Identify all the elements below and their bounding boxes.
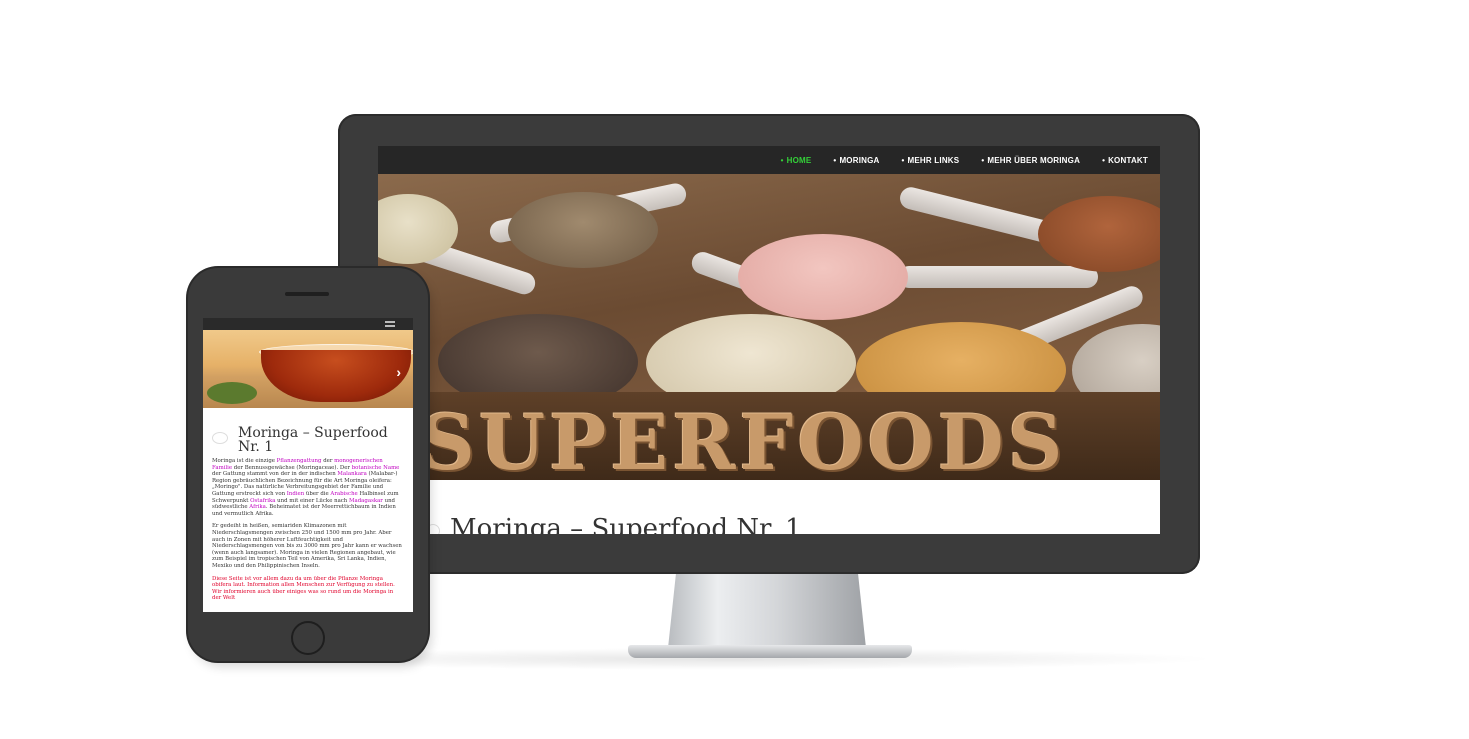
bowl-chia-mix [508,192,658,268]
article-text: über die [304,490,331,497]
nav-item-home[interactable]: • HOME [781,156,812,165]
article-text: Moringa ist die einzige [212,458,277,464]
slider-next-icon[interactable]: › [396,364,401,380]
article-link[interactable]: Malankara [337,471,366,477]
article-paragraph-2: Er gedeiht in heißen, semiariden Klimazo… [212,523,402,569]
phone-speaker [285,292,329,296]
article-link[interactable]: Pflanzengattung [277,458,322,464]
title-decoration [426,524,440,534]
top-navigation: • HOME • MORINGA • MEHR LINKS • MEHR ÜBER MO… [378,146,1160,174]
bowl-pink-powder [738,234,908,320]
scoop-handle [898,266,1098,288]
article-text: der Bennussgewächse (Moringaceae). Der [232,464,352,471]
article-link[interactable]: Arabische [330,491,357,497]
tea-leaves [207,382,257,404]
article-link[interactable]: botanische Name [352,465,400,471]
article-text: der Gattung stammt von der in der indisc… [212,471,338,478]
article-text: der [321,458,335,464]
hamburger-menu-icon[interactable] [385,321,395,327]
article-link[interactable]: Ostafrika [250,498,275,504]
mobile-page-title: Moringa – Superfood Nr. 1 [238,425,388,455]
mobile-screen: › Moringa – Superfood Nr. 1 Moringa ist … [203,318,413,612]
article-paragraph-3: Diese Seite ist vor allem dazu da um übe… [212,575,395,602]
mobile-hero-slider: › [203,330,413,408]
mobile-article: Moringa ist die einzige Pflanzengattung … [212,458,404,608]
monitor-stand [668,574,866,648]
monitor-stand-base [628,645,912,658]
hero-image-superfoods: SUPERFOODS [378,174,1160,480]
mobile-content: Moringa – Superfood Nr. 1 Moringa ist di… [203,408,413,612]
desktop-screen: • HOME • MORINGA • MEHR LINKS • MEHR ÜBER MO… [378,146,1160,534]
nav-menu: • HOME • MORINGA • MEHR LINKS • MEHR ÜBER MO… [781,146,1148,174]
nav-item-moringa[interactable]: • MORINGA [833,156,879,165]
nav-item-kontakt[interactable]: • KONTAKT [1102,156,1148,165]
bowl-flax-seeds [1038,196,1160,272]
superfoods-wood-letters: SUPERFOODS [378,392,1160,480]
mobile-top-bar [203,318,413,330]
phone-home-button [291,621,325,655]
article-paragraph-1: Moringa ist die einzige Pflanzengattung … [212,458,404,517]
tea-cup [261,350,411,402]
article-link[interactable]: Indien [287,491,304,497]
title-decoration [212,432,228,444]
nav-item-mehr-ueber-moringa[interactable]: • MEHR ÜBER MORINGA [981,156,1080,165]
scoop-handle [897,184,1059,246]
page-title: Moringa – Superfood Nr. 1 [450,514,802,534]
article-link[interactable]: Madagaskar [349,498,383,504]
article-link[interactable]: Afrika [249,504,266,510]
nav-item-mehr-links[interactable]: • MEHR LINKS [902,156,960,165]
article-text: und mit einer Lücke nach [275,497,349,504]
